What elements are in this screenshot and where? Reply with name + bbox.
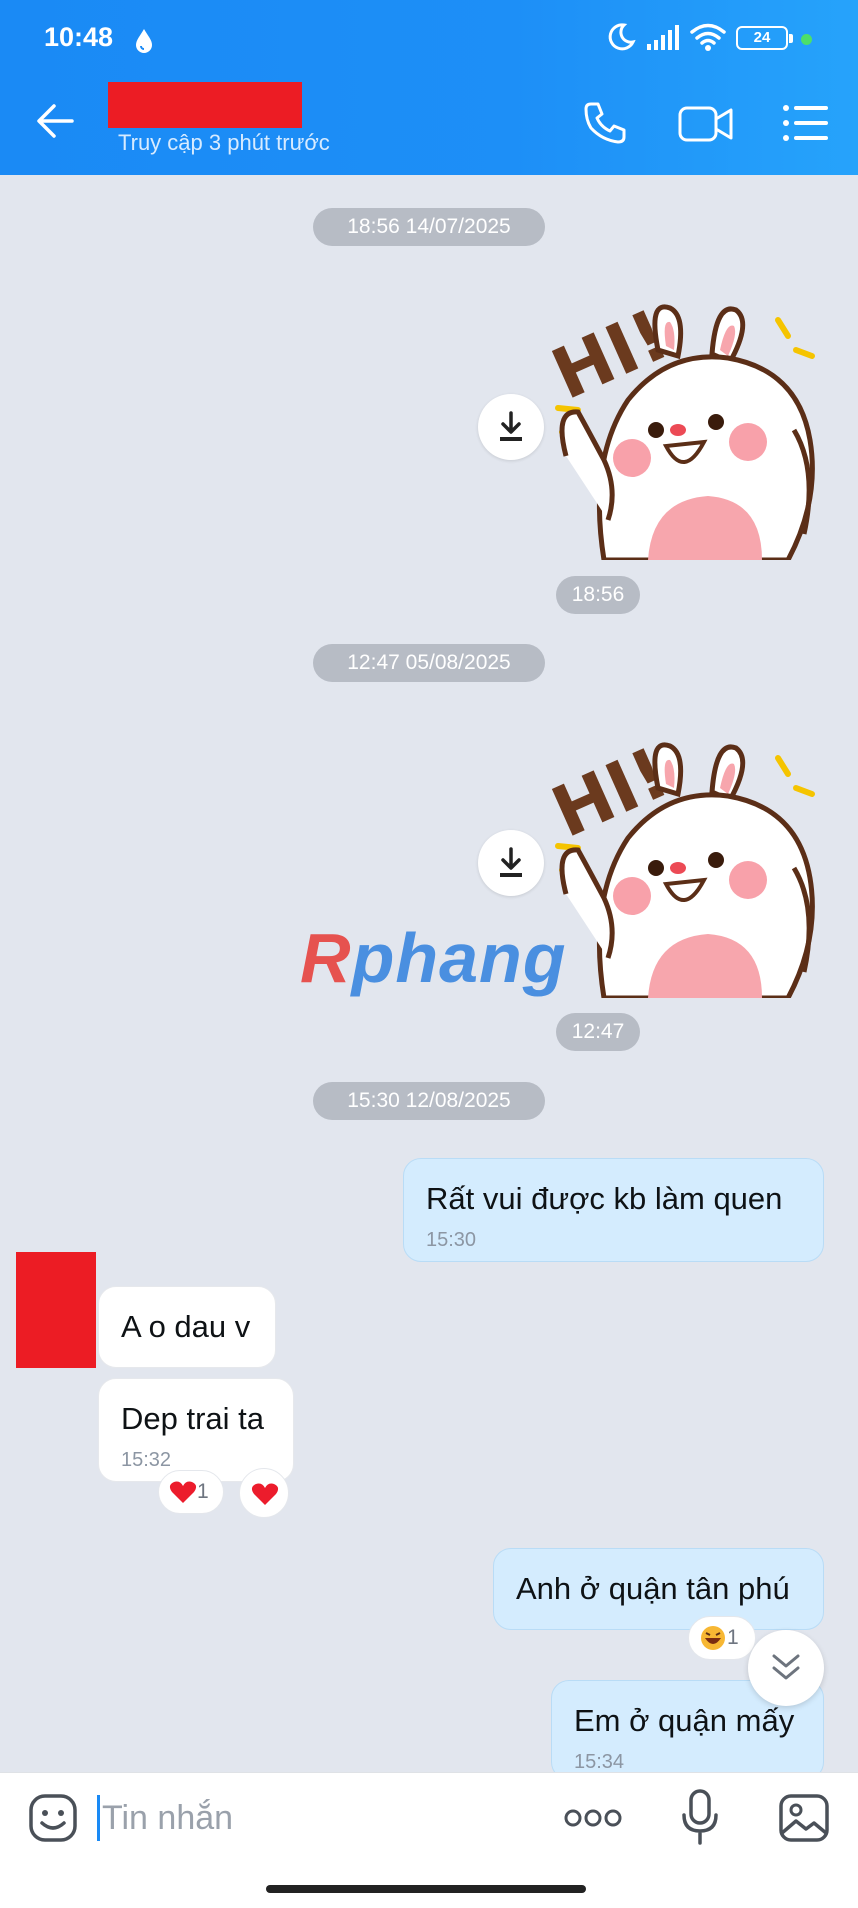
back-arrow-icon[interactable] xyxy=(34,100,76,142)
text-cursor xyxy=(97,1795,100,1841)
signal-icon xyxy=(647,25,679,50)
message-text: A o dau v xyxy=(121,1309,251,1344)
scroll-to-bottom-button[interactable] xyxy=(748,1630,824,1706)
sticker-time: 12:47 xyxy=(556,1013,640,1051)
download-icon xyxy=(500,411,522,441)
video-call-icon[interactable] xyxy=(678,104,734,144)
watermark-logo: Rphang xyxy=(300,919,567,997)
message-time: 15:32 xyxy=(121,1449,172,1471)
reaction-count: 1 xyxy=(197,1480,209,1503)
image-gallery-icon[interactable] xyxy=(778,1793,830,1843)
date-divider: 18:56 14/07/2025 xyxy=(313,208,545,246)
contact-avatar-redacted[interactable] xyxy=(16,1252,96,1368)
my-message-bubble[interactable]: Rất vui được kb làm quen 15:30 xyxy=(403,1158,824,1262)
sticker-time: 18:56 xyxy=(556,576,640,614)
my-message-bubble[interactable]: Anh ở quận tân phú xyxy=(493,1548,824,1630)
moon-icon xyxy=(608,23,636,51)
reaction-count: 1 xyxy=(727,1626,739,1649)
reaction-summary[interactable]: 1 xyxy=(158,1470,224,1514)
last-seen-status: Truy cập 3 phút trước xyxy=(118,130,330,155)
laughing-emoji-icon xyxy=(701,1626,725,1651)
message-text: Rất vui được kb làm quen xyxy=(426,1181,783,1216)
sticker-download-button[interactable] xyxy=(478,830,544,896)
sticker-download-button[interactable] xyxy=(478,394,544,460)
hi-bunny-sticker[interactable]: HI! xyxy=(548,290,828,560)
heart-icon xyxy=(169,1481,197,1504)
message-input[interactable] xyxy=(102,1793,542,1843)
their-message-bubble[interactable]: Dep trai ta 15:32 xyxy=(98,1378,294,1482)
heart-icon xyxy=(251,1483,279,1505)
message-time: 15:34 xyxy=(574,1751,625,1773)
menu-list-icon[interactable] xyxy=(782,102,830,144)
their-message-bubble[interactable]: A o dau v xyxy=(98,1286,276,1368)
sticker-emoji-icon[interactable] xyxy=(28,1793,78,1843)
message-text: Em ở quận mấy xyxy=(574,1703,795,1738)
message-text: Anh ở quận tân phú xyxy=(516,1571,790,1606)
date-divider: 15:30 12/08/2025 xyxy=(313,1082,545,1120)
home-indicator xyxy=(266,1885,586,1893)
chat-header: 10:48 24 Truy cập 3 phút trước xyxy=(0,0,858,175)
water-drop-icon xyxy=(136,29,152,53)
react-button[interactable] xyxy=(239,1468,289,1518)
message-composer xyxy=(0,1772,858,1908)
date-divider: 12:47 05/08/2025 xyxy=(313,644,545,682)
charging-dot xyxy=(801,34,812,45)
wifi-icon xyxy=(690,23,726,51)
hi-bunny-sticker[interactable]: HI! xyxy=(548,728,828,998)
battery-indicator: 24 xyxy=(736,26,793,50)
status-time: 10:48 xyxy=(44,22,114,52)
message-time: 15:30 xyxy=(426,1229,477,1251)
double-chevron-down-icon xyxy=(772,1654,800,1680)
contact-name-redacted[interactable] xyxy=(108,82,302,128)
more-options-icon[interactable] xyxy=(564,1807,622,1829)
reaction-summary[interactable]: 1 xyxy=(688,1616,756,1660)
message-text: Dep trai ta xyxy=(121,1401,265,1436)
phone-call-icon[interactable] xyxy=(582,100,628,146)
microphone-icon[interactable] xyxy=(680,1789,720,1845)
download-icon xyxy=(500,847,522,877)
